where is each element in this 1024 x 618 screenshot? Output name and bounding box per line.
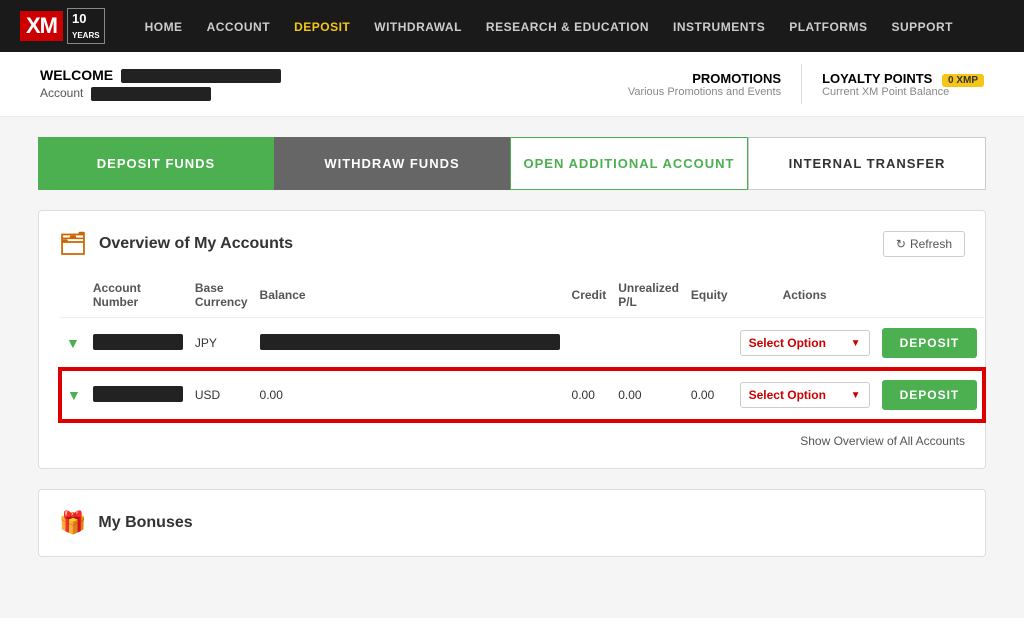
row2-unrealized-pl: 0.00 bbox=[612, 369, 685, 421]
nav-support[interactable]: SUPPORT bbox=[891, 19, 953, 34]
select-option-dropdown[interactable]: Select Option ▼ bbox=[740, 330, 870, 356]
account-id-masked bbox=[121, 69, 281, 83]
account-number-masked bbox=[91, 87, 211, 101]
row2-chevron[interactable]: ▼ bbox=[60, 369, 87, 421]
row2-account-number bbox=[87, 369, 189, 421]
account-number-masked bbox=[93, 334, 183, 350]
row2-equity: 0.00 bbox=[685, 369, 734, 421]
action-buttons: DEPOSIT FUNDS WITHDRAW FUNDS OPEN ADDITI… bbox=[38, 137, 986, 190]
main-content: DEPOSIT FUNDS WITHDRAW FUNDS OPEN ADDITI… bbox=[22, 137, 1002, 557]
loyalty-label-row: LOYALTY POINTS 0 XMP bbox=[822, 71, 984, 86]
logo-xm: XM bbox=[20, 11, 63, 41]
dropdown-arrow-icon: ▼ bbox=[851, 338, 861, 349]
navbar: XM 10YEARS HOME ACCOUNT DEPOSIT WITHDRAW… bbox=[0, 0, 1024, 52]
welcome-title: WELCOME bbox=[40, 67, 281, 83]
account-number-masked bbox=[93, 386, 183, 402]
nav-withdrawal[interactable]: WITHDRAWAL bbox=[374, 19, 462, 34]
table-row: ▼ USD 0.00 0.00 0.00 0.00 Select Option … bbox=[60, 369, 984, 421]
vertical-divider bbox=[801, 64, 802, 104]
table-body: ▼ JPY Select Option ▼ bbox=[60, 318, 984, 422]
internal-transfer-button[interactable]: INTERNAL TRANSFER bbox=[748, 137, 986, 190]
row2-credit: 0.00 bbox=[566, 369, 613, 421]
table-row: ▼ JPY Select Option ▼ bbox=[60, 318, 984, 370]
row1-equity bbox=[685, 318, 734, 370]
select-option-text: Select Option bbox=[749, 388, 826, 402]
row2-currency: USD bbox=[189, 369, 254, 421]
chevron-down-icon: ▼ bbox=[67, 387, 81, 403]
overview-title: Overview of My Accounts bbox=[99, 235, 293, 253]
open-additional-account-button[interactable]: OPEN ADDITIONAL ACCOUNT bbox=[510, 137, 748, 190]
row2-select-action: Select Option ▼ bbox=[734, 369, 876, 421]
bonuses-label: My Bonuses bbox=[98, 514, 192, 532]
deposit-funds-button[interactable]: DEPOSIT FUNDS bbox=[38, 137, 274, 190]
nav-deposit[interactable]: DEPOSIT bbox=[294, 19, 350, 34]
row1-deposit: DEPOSIT bbox=[876, 318, 985, 370]
nav-platforms[interactable]: PLATFORMS bbox=[789, 19, 867, 34]
logo: XM 10YEARS bbox=[20, 8, 105, 44]
nav-home[interactable]: HOME bbox=[145, 19, 183, 34]
header-bar: WELCOME Account PROMOTIONS Various Promo… bbox=[0, 52, 1024, 117]
col-actions: Actions bbox=[734, 273, 876, 318]
row1-balance bbox=[254, 318, 566, 370]
bonuses-title: 🎁 My Bonuses bbox=[59, 510, 965, 536]
dropdown-arrow-icon: ▼ bbox=[851, 390, 861, 401]
refresh-label: Refresh bbox=[910, 237, 952, 251]
loyalty-badge: 0 XMP bbox=[942, 74, 984, 87]
balance-masked bbox=[260, 334, 560, 350]
select-option-dropdown[interactable]: Select Option ▼ bbox=[740, 382, 870, 408]
logo-10years: 10YEARS bbox=[67, 8, 105, 44]
gift-icon: 🎁 bbox=[59, 510, 86, 536]
header-right: PROMOTIONS Various Promotions and Events… bbox=[628, 64, 984, 104]
nav-account[interactable]: ACCOUNT bbox=[207, 19, 271, 34]
row1-chevron[interactable]: ▼ bbox=[60, 318, 87, 370]
account-label: Account bbox=[40, 86, 281, 101]
accounts-overview-card: 🗂 Overview of My Accounts ↻ Refresh Acco… bbox=[38, 210, 986, 469]
row1-credit bbox=[566, 318, 613, 370]
deposit-button[interactable]: DEPOSIT bbox=[882, 380, 978, 410]
col-base-currency: Base Currency bbox=[189, 273, 254, 318]
deposit-button[interactable]: DEPOSIT bbox=[882, 328, 978, 358]
col-balance: Balance bbox=[254, 273, 566, 318]
card-header: 🗂 Overview of My Accounts ↻ Refresh bbox=[59, 231, 965, 257]
loyalty-block: LOYALTY POINTS 0 XMP Current XM Point Ba… bbox=[822, 71, 984, 98]
loyalty-label: LOYALTY POINTS bbox=[822, 71, 932, 86]
briefcase-icon: 🗂 bbox=[59, 231, 87, 257]
nav-instruments[interactable]: INSTRUMENTS bbox=[673, 19, 765, 34]
loyalty-sub: Current XM Point Balance bbox=[822, 86, 984, 98]
bonuses-card: 🎁 My Bonuses bbox=[38, 489, 986, 557]
refresh-icon: ↻ bbox=[896, 237, 906, 251]
card-title: 🗂 Overview of My Accounts bbox=[59, 231, 293, 257]
row2-balance: 0.00 bbox=[254, 369, 566, 421]
col-deposit-action bbox=[876, 273, 985, 318]
row1-account-number bbox=[87, 318, 189, 370]
promotions-label: PROMOTIONS bbox=[628, 71, 781, 86]
col-equity: Equity bbox=[685, 273, 734, 318]
col-credit: Credit bbox=[566, 273, 613, 318]
withdraw-funds-button[interactable]: WITHDRAW FUNDS bbox=[274, 137, 510, 190]
nav-research[interactable]: RESEARCH & EDUCATION bbox=[486, 19, 649, 34]
col-account-number: Account Number bbox=[87, 273, 189, 318]
row2-deposit: DEPOSIT bbox=[876, 369, 985, 421]
accounts-table: Account Number Base Currency Balance Cre… bbox=[59, 273, 985, 422]
welcome-block: WELCOME Account bbox=[40, 67, 281, 101]
col-unrealized-pl: Unrealized P/L bbox=[612, 273, 685, 318]
promotions-sub: Various Promotions and Events bbox=[628, 86, 781, 98]
promotions-block: PROMOTIONS Various Promotions and Events bbox=[628, 71, 781, 98]
show-all-accounts-link[interactable]: Show Overview of All Accounts bbox=[59, 434, 965, 448]
row1-currency: JPY bbox=[189, 318, 254, 370]
nav-links: HOME ACCOUNT DEPOSIT WITHDRAWAL RESEARCH… bbox=[145, 19, 953, 34]
refresh-button[interactable]: ↻ Refresh bbox=[883, 231, 965, 257]
chevron-down-icon: ▼ bbox=[66, 335, 80, 351]
row1-select-action: Select Option ▼ bbox=[734, 318, 876, 370]
row1-unrealized-pl bbox=[612, 318, 685, 370]
table-header: Account Number Base Currency Balance Cre… bbox=[60, 273, 984, 318]
col-chevron bbox=[60, 273, 87, 318]
select-option-text: Select Option bbox=[749, 336, 826, 350]
